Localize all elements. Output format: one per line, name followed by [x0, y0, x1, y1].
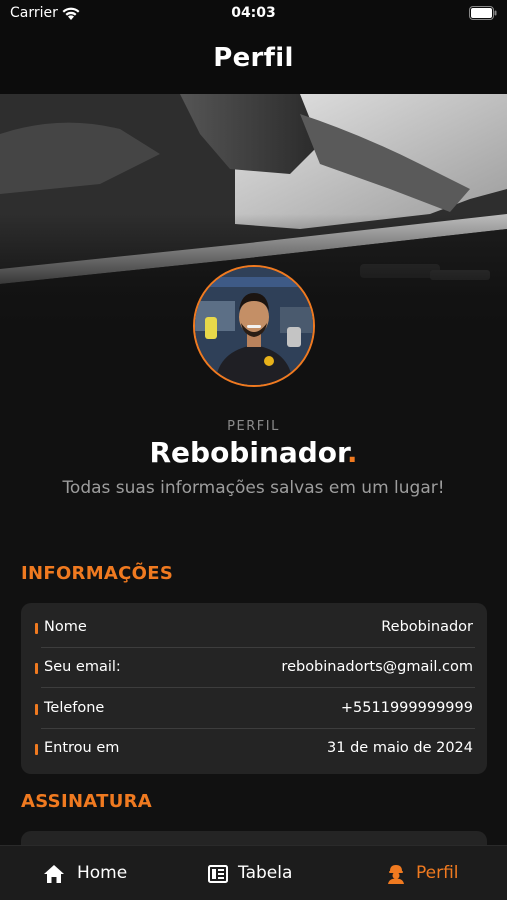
row-divider: [41, 687, 475, 688]
home-icon: [44, 865, 64, 883]
info-value: Rebobinador: [381, 619, 473, 635]
info-row-telefone: Telefone +5511999999999: [33, 689, 475, 729]
info-row-email: Seu email: rebobinadorts@gmail.com: [33, 648, 475, 688]
profile-subtitle: Todas suas informações salvas em um luga…: [62, 478, 445, 498]
avatar[interactable]: [193, 265, 315, 387]
worker-icon: [388, 865, 404, 884]
info-label: Entrou em: [44, 740, 120, 756]
tab-label: Perfil: [416, 863, 459, 883]
row-marker: [35, 704, 38, 715]
profile-name-dot: .: [346, 436, 358, 469]
tab-bar: Home Tabela Perfil: [0, 845, 507, 900]
info-label: Seu email:: [44, 659, 121, 675]
battery-icon: [469, 6, 497, 20]
row-marker: [35, 663, 38, 674]
info-label: Telefone: [44, 700, 105, 716]
info-value: rebobinadorts@gmail.com: [281, 659, 473, 675]
info-row-entrou-em: Entrou em 31 de maio de 2024: [33, 729, 475, 769]
avatar-photo: [195, 267, 313, 385]
tab-perfil[interactable]: Perfil: [385, 846, 475, 900]
profile-name-text: Rebobinador: [149, 436, 347, 469]
status-bar: Carrier 04:03: [0, 0, 507, 28]
page-title: Perfil: [213, 43, 294, 73]
table-icon: [208, 865, 228, 883]
row-marker: [35, 623, 38, 634]
navigation-bar: Perfil: [0, 28, 507, 94]
profile-name: Rebobinador.: [0, 436, 507, 469]
tab-label: Tabela: [238, 863, 293, 883]
tab-label: Home: [77, 863, 128, 883]
row-marker: [35, 744, 38, 755]
tab-tabela[interactable]: Tabela: [207, 846, 317, 900]
info-label: Nome: [44, 619, 87, 635]
section-title-informacoes: INFORMAÇÕES: [21, 563, 174, 584]
status-time: 04:03: [231, 5, 276, 21]
section-title-assinatura: ASSINATURA: [21, 791, 153, 812]
profile-eyebrow: PERFIL: [227, 419, 280, 434]
info-value: 31 de maio de 2024: [327, 740, 473, 756]
tab-home[interactable]: Home: [43, 846, 153, 900]
info-value: +5511999999999: [340, 700, 473, 716]
info-card: Nome Rebobinador Seu email: rebobinadort…: [21, 603, 487, 774]
info-row-nome: Nome Rebobinador: [33, 608, 475, 648]
